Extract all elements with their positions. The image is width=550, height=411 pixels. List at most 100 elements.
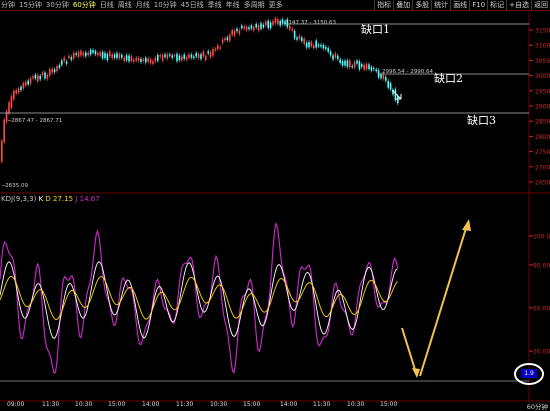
time-tick-label: 14:00 bbox=[280, 401, 298, 408]
candle-body bbox=[70, 57, 73, 60]
candle-body bbox=[214, 48, 217, 51]
candle-body bbox=[368, 64, 370, 70]
candle-body bbox=[188, 54, 190, 58]
price-chart[interactable]: 3150 3100 3050 3000 2950 2900 2850 2800 2750 2700… bbox=[0, 0, 550, 410]
candle-body bbox=[274, 18, 277, 23]
candle-body bbox=[243, 26, 245, 29]
candle-body bbox=[238, 30, 241, 34]
candle-body bbox=[269, 22, 272, 29]
candle-body bbox=[226, 37, 229, 40]
candle-body bbox=[34, 74, 37, 79]
candle-body bbox=[58, 65, 61, 68]
candle-body bbox=[387, 80, 389, 88]
candle-body bbox=[181, 56, 183, 61]
candle-body bbox=[154, 57, 157, 62]
candle-body bbox=[382, 74, 385, 79]
candle-body bbox=[17, 88, 20, 93]
candle-body bbox=[221, 39, 224, 43]
candle-body bbox=[250, 25, 253, 29]
projection-down-arrowhead bbox=[412, 368, 420, 378]
candle-body bbox=[305, 42, 308, 48]
candle-body bbox=[65, 61, 68, 64]
gap-2-price-label: 2996.54 - 2990.64 bbox=[382, 69, 433, 75]
candle-body bbox=[92, 50, 94, 53]
candle-body bbox=[46, 74, 49, 79]
candle-body bbox=[123, 57, 125, 61]
candle-body bbox=[315, 40, 317, 48]
value-badge: 1.9 bbox=[521, 369, 537, 378]
candle-body bbox=[197, 53, 200, 59]
candle-body bbox=[73, 53, 75, 59]
time-tick-label: 15:00 bbox=[380, 401, 398, 408]
candle-body bbox=[49, 69, 51, 76]
candle-body bbox=[289, 25, 291, 30]
candle-body bbox=[385, 77, 387, 81]
gap-2-label: 缺口2 bbox=[434, 72, 463, 85]
candle-body bbox=[137, 57, 140, 61]
candle-body bbox=[373, 68, 375, 70]
candle-body bbox=[1, 140, 3, 162]
candle-body bbox=[209, 52, 212, 58]
candle-body bbox=[10, 96, 13, 108]
candle-body bbox=[195, 52, 197, 57]
time-tick-label: 09:00 bbox=[7, 401, 25, 408]
stoch-tick-label: 20.00 bbox=[533, 349, 550, 356]
candle-body bbox=[37, 75, 39, 82]
projection-up-arrowhead bbox=[462, 219, 471, 231]
candle-body bbox=[296, 37, 298, 40]
candle-body bbox=[325, 46, 327, 49]
candle-body bbox=[255, 24, 257, 28]
time-tick-label: 11:30 bbox=[42, 401, 60, 408]
candle-body bbox=[353, 61, 356, 68]
candle-body bbox=[29, 78, 32, 84]
candle-body bbox=[128, 55, 130, 62]
candle-body bbox=[370, 67, 373, 71]
candle-body bbox=[39, 75, 41, 80]
chart-frame bbox=[0, 11, 550, 402]
candle-body bbox=[8, 102, 10, 114]
low-price-label: ─2635.09 bbox=[1, 183, 29, 189]
candle-body bbox=[217, 45, 219, 50]
stoch-d-label: D bbox=[45, 195, 51, 203]
price-tick-label: 2850 bbox=[535, 119, 550, 126]
candle-body bbox=[313, 45, 315, 49]
candle-body bbox=[272, 21, 274, 25]
candle-body bbox=[241, 25, 243, 29]
time-tick-label: 14:00 bbox=[142, 401, 160, 408]
candle-body bbox=[207, 51, 209, 54]
candle-body bbox=[121, 54, 123, 58]
candle-body bbox=[397, 96, 399, 104]
candle-body bbox=[111, 54, 113, 59]
stoch-tick-label: 100.00 bbox=[533, 234, 550, 241]
candle-body bbox=[291, 28, 293, 31]
candle-body bbox=[303, 38, 305, 44]
time-tick-label: 15:00 bbox=[243, 401, 261, 408]
candle-body bbox=[178, 55, 181, 61]
candle-body bbox=[277, 19, 279, 25]
candle-body bbox=[56, 66, 58, 72]
candle-body bbox=[94, 51, 97, 55]
candle-body bbox=[149, 59, 152, 63]
candle-body bbox=[293, 30, 296, 39]
candle-body bbox=[41, 72, 44, 76]
candle-body bbox=[125, 55, 128, 61]
candle-body bbox=[157, 54, 159, 61]
candle-body bbox=[80, 50, 82, 56]
candle-body bbox=[185, 57, 188, 60]
candle-body bbox=[310, 41, 313, 47]
candle-body bbox=[44, 72, 46, 79]
candle-body bbox=[346, 60, 349, 67]
price-tick-label: 2650 bbox=[535, 180, 550, 187]
price-tick-label: 3100 bbox=[535, 43, 550, 50]
candle-body bbox=[257, 25, 260, 31]
candle-body bbox=[322, 45, 325, 49]
candle-body bbox=[253, 26, 255, 31]
candle-body bbox=[279, 20, 281, 26]
candle-body bbox=[351, 65, 353, 68]
candle-body bbox=[363, 64, 365, 70]
candle-body bbox=[341, 61, 344, 66]
candle-body bbox=[298, 35, 301, 39]
candle-body bbox=[145, 57, 147, 63]
gap-3-price-label: ─2867.47 - 2867.71 bbox=[7, 118, 62, 124]
candle-body bbox=[101, 52, 104, 59]
